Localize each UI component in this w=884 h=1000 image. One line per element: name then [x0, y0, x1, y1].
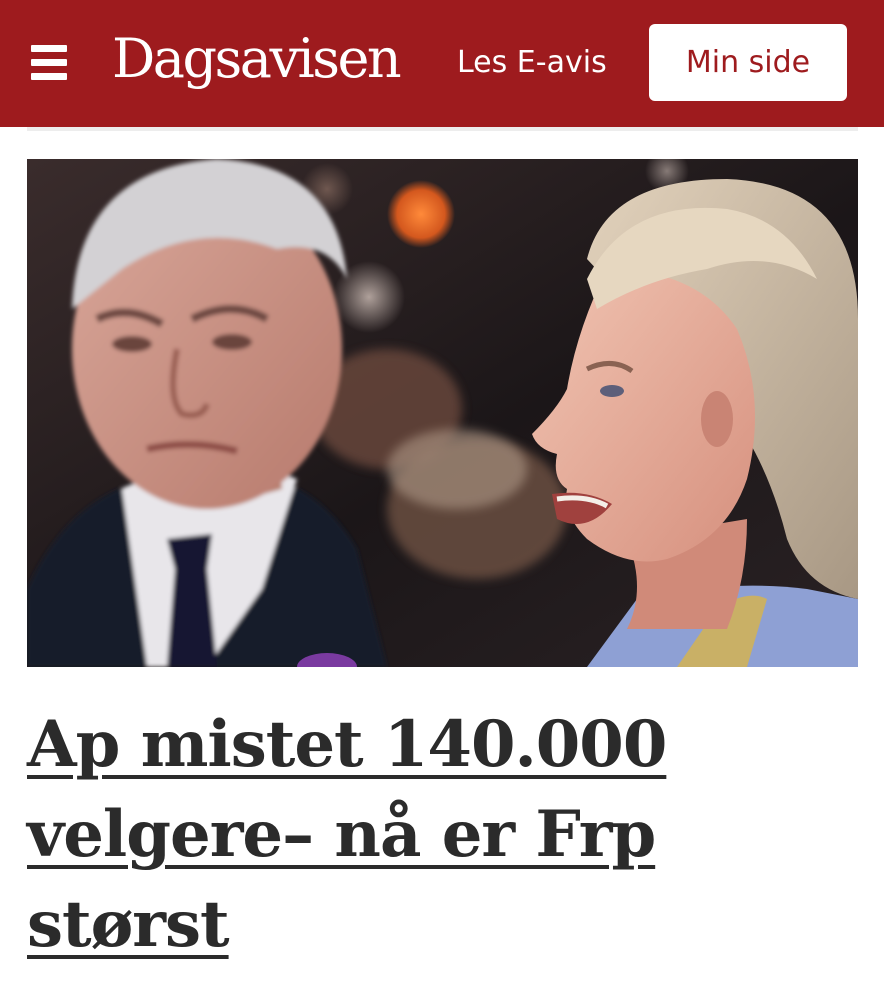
- menu-bar-middle: [31, 59, 67, 66]
- site-logo[interactable]: Dagsavisen: [112, 24, 402, 94]
- article-headline[interactable]: Ap mistet 140.000 velgere– nå er Frp stø…: [27, 700, 847, 970]
- my-page-button[interactable]: Min side: [649, 24, 847, 101]
- read-e-paper-link[interactable]: Les E-avis: [457, 40, 607, 86]
- hamburger-menu-icon[interactable]: [31, 45, 67, 81]
- article-hero-image[interactable]: [27, 159, 858, 667]
- menu-bar-bottom: [31, 73, 67, 80]
- menu-bar-top: [31, 45, 67, 52]
- site-header: Dagsavisen Les E-avis Min side: [0, 0, 884, 127]
- header-divider: [27, 127, 858, 131]
- hero-photo: [27, 159, 858, 667]
